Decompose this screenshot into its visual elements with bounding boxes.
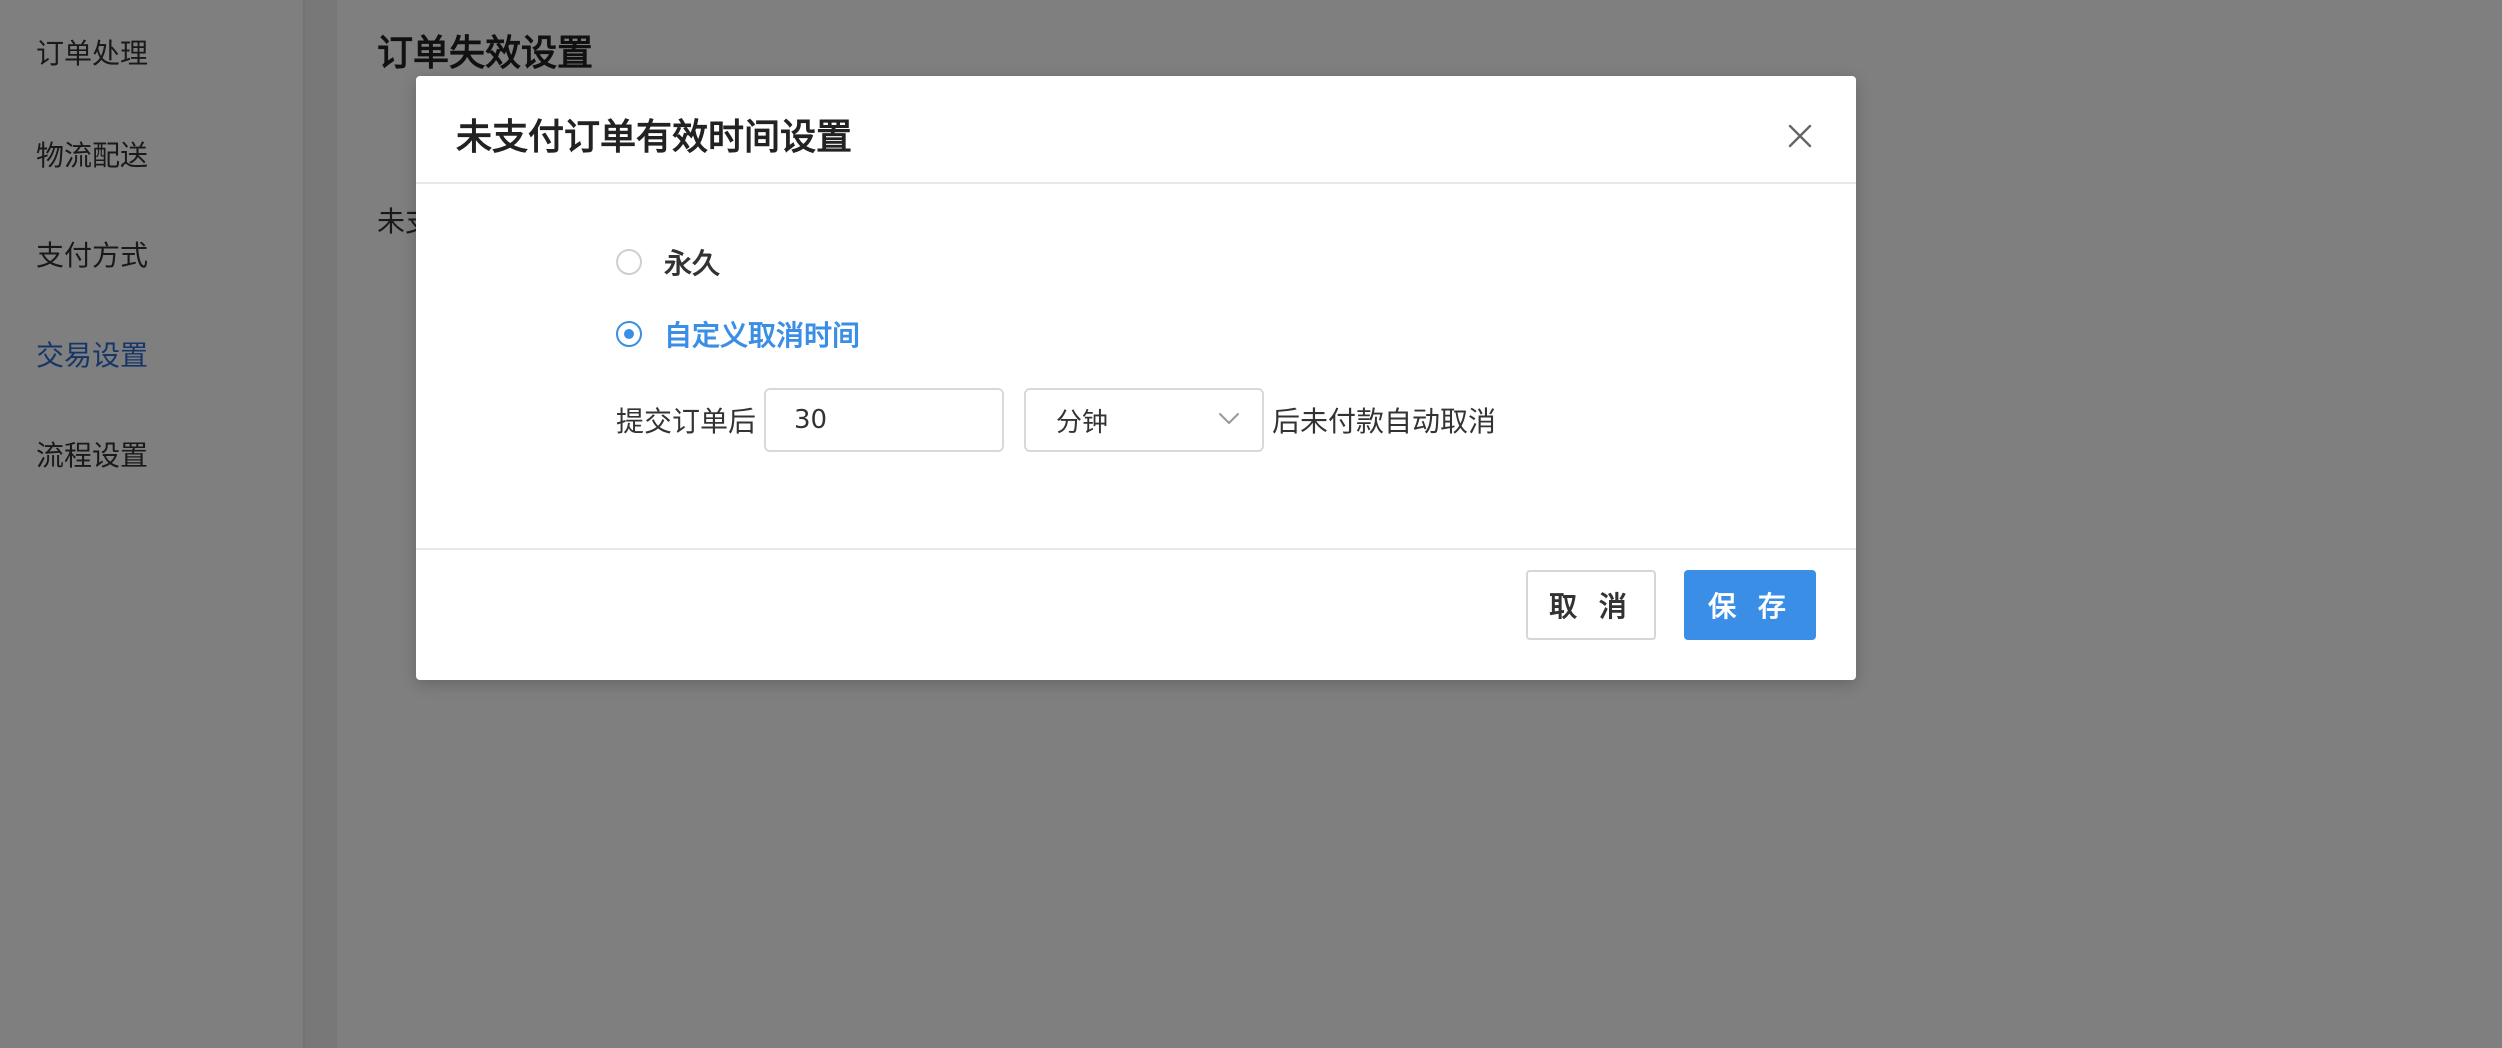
chevron-down-icon — [1219, 413, 1240, 424]
radio-option-permanent[interactable]: 永久 — [616, 242, 720, 282]
dialog-title: 未支付订单有效时间设置 — [456, 117, 853, 158]
time-value-input[interactable] — [764, 388, 1005, 452]
dialog-footer: 取 消 保 存 — [416, 548, 1856, 680]
radio-button-custom[interactable] — [616, 321, 642, 347]
close-icon — [1788, 124, 1812, 148]
dialog-header: 未支付订单有效时间设置 — [416, 76, 1856, 184]
cancel-button[interactable]: 取 消 — [1526, 570, 1656, 640]
prefix-text: 提交订单后 — [616, 405, 757, 438]
close-button[interactable] — [1784, 120, 1816, 152]
radio-button-permanent[interactable] — [616, 249, 642, 275]
radio-label-custom: 自定义取消时间 — [664, 319, 861, 352]
app-root: 订单处理 物流配送 支付方式 交易设置 流程设置 订单失效设置 未支 未支付订单… — [0, 0, 2502, 1048]
time-unit-value: 分钟 — [1056, 407, 1109, 438]
suffix-text: 后未付款自动取消 — [1272, 405, 1497, 438]
unpaid-order-timeout-dialog: 未支付订单有效时间设置 永久 自定义取消时间 提交订单后 分钟 — [416, 76, 1856, 680]
radio-label-permanent: 永久 — [664, 247, 721, 280]
time-unit-select[interactable]: 分钟 — [1024, 388, 1265, 452]
save-button[interactable]: 保 存 — [1684, 570, 1816, 640]
radio-option-custom[interactable]: 自定义取消时间 — [616, 314, 860, 354]
cancel-time-row: 提交订单后 分钟 后未付款自动取消 — [616, 388, 1496, 452]
